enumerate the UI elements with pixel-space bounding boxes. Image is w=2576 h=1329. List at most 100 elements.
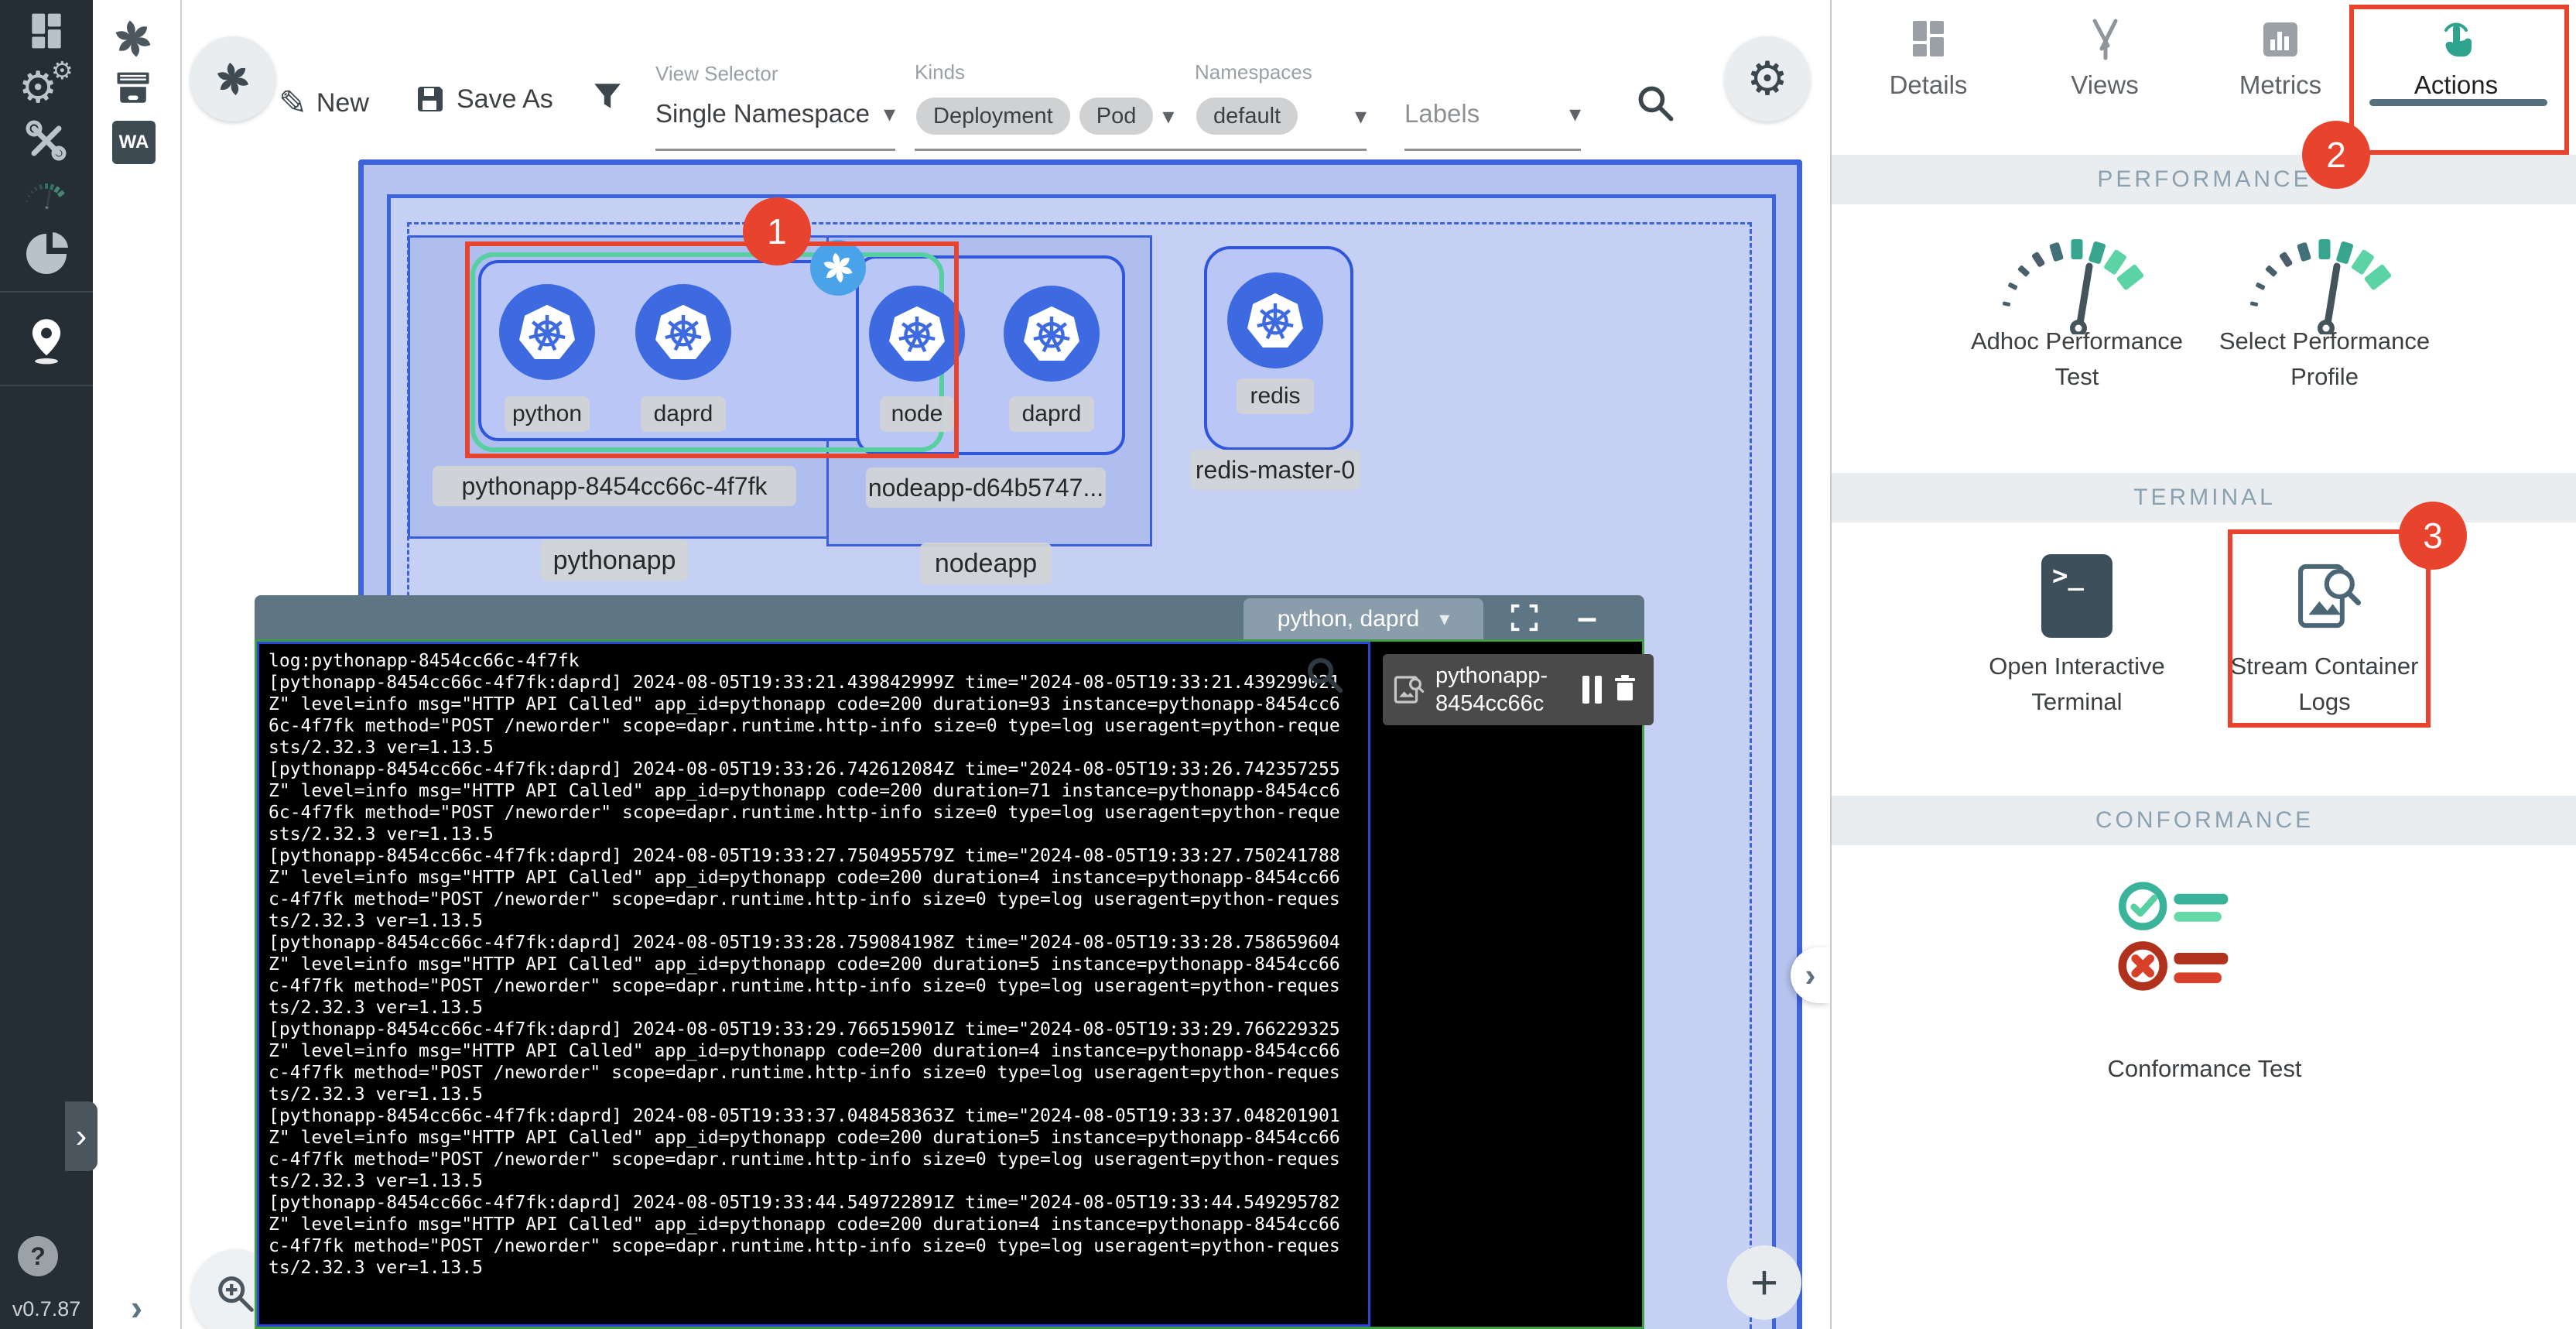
chevron-down-icon: ▾ <box>1162 103 1174 130</box>
sidebar-divider <box>0 291 93 293</box>
pause-icon <box>1595 676 1602 704</box>
help-button[interactable]: ? <box>18 1236 58 1276</box>
details-side-panel: Details Views Metrics Actions 2 PERFORMA… <box>1830 0 2576 1329</box>
kind-chip-deployment[interactable]: Deployment <box>916 98 1070 135</box>
namespaces-dropdown[interactable]: default ▾ <box>1196 98 1367 135</box>
tab-details[interactable]: Details <box>1855 8 2002 108</box>
annotation-badge-3: 3 <box>2399 502 2467 570</box>
select-performance-profile-label[interactable]: Select Performance Profile <box>2205 324 2444 395</box>
container-item-name: pythonapp-8454cc66c <box>1435 662 1575 718</box>
kubernetes-logo-icon <box>1018 300 1086 368</box>
view-selector-dropdown[interactable]: Single Namespace ▾ <box>655 99 895 128</box>
extensions-pie-icon[interactable] <box>0 229 93 279</box>
terminal-container-selector[interactable]: python, daprd ▾ <box>1244 598 1483 639</box>
terminal-section-header: TERMINAL <box>1832 473 2576 522</box>
terminal-body: log:pythonapp-8454cc66c-4f7fk [pythonapp… <box>255 639 1644 1329</box>
performance-gauge-icon[interactable] <box>0 169 93 218</box>
adhoc-performance-test-label[interactable]: Adhoc Performance Test <box>1957 324 2197 395</box>
log-output-pane[interactable]: log:pythonapp-8454cc66c-4f7fk [pythonapp… <box>257 642 1370 1327</box>
tab-label: Views <box>2071 70 2138 100</box>
zoom-in-icon <box>214 1272 258 1317</box>
namespaces-caption: Namespaces <box>1195 60 1312 84</box>
chevron-right-icon: › <box>131 1287 142 1327</box>
pod-label: nodeapp-d64b5747... <box>866 468 1106 508</box>
log-container-list-item[interactable]: pythonapp-8454cc66c <box>1383 654 1654 725</box>
tab-metrics[interactable]: Metrics <box>2207 8 2354 108</box>
annotation-box-1 <box>465 241 959 458</box>
terminal-fullscreen-button[interactable] <box>1510 603 1539 636</box>
open-interactive-terminal-action[interactable]: >_ <box>2041 554 2112 638</box>
container-node-daprd[interactable] <box>1004 286 1100 382</box>
annotation-badge-1: 1 <box>743 197 811 265</box>
deployment-label: pythonapp <box>541 539 688 581</box>
chevron-down-icon: ▾ <box>1569 101 1581 128</box>
left-sidebar: ⚙ ⚙ › ? v0.7.87 <box>0 0 93 1329</box>
conformance-test-label[interactable]: Conformance Test <box>2065 1051 2344 1087</box>
minus-icon: – <box>1577 596 1597 638</box>
save-as-button[interactable]: Save As <box>415 84 553 115</box>
gauge-icon <box>1992 218 2162 334</box>
trash-icon[interactable] <box>1610 673 1640 707</box>
sidebar-expand-tab[interactable]: › <box>65 1101 97 1171</box>
gauge-icon <box>2239 218 2410 334</box>
settings-button[interactable]: ⚙ <box>1725 36 1810 122</box>
add-node-button[interactable]: + <box>1727 1245 1801 1320</box>
floppy-icon <box>415 84 446 115</box>
search-button[interactable] <box>1634 82 1678 129</box>
namespaces-underline <box>1195 149 1367 151</box>
plus-icon: + <box>1750 1255 1778 1310</box>
terminal-minimize-button[interactable]: – <box>1570 600 1604 634</box>
select-performance-profile-action[interactable] <box>2239 218 2410 338</box>
log-image-icon <box>1391 671 1428 708</box>
conformance-checklist-icon <box>2112 865 2251 1012</box>
performance-section-header: PERFORMANCE <box>1832 155 2576 204</box>
lifecycle-gears-icon[interactable]: ⚙ ⚙ <box>0 62 93 111</box>
annotation-box-3 <box>2228 529 2431 728</box>
kubernetes-logo-icon <box>1241 286 1309 355</box>
labels-underline <box>1404 149 1581 151</box>
pod-label: redis-master-0 <box>1190 450 1360 490</box>
tab-label: Metrics <box>2239 70 2321 100</box>
views-branch-icon <box>2082 16 2128 63</box>
strip-collapse-chevron[interactable]: › <box>93 1286 180 1328</box>
version-label: v0.7.87 <box>0 1297 93 1321</box>
container-node-redis[interactable] <box>1227 272 1323 368</box>
archive-icon[interactable] <box>111 68 155 111</box>
metrics-barchart-icon <box>2257 16 2304 63</box>
meshery-kanvas-screen: ⚙ ⚙ › ? v0.7.87 WA <box>0 0 2576 1329</box>
adhoc-performance-test-action[interactable] <box>1992 218 2162 338</box>
gear-small-icon: ⚙ <box>51 56 74 85</box>
gear-icon: ⚙ <box>1746 52 1788 106</box>
canvas-tools-strip: WA › <box>93 0 182 1329</box>
kinds-dropdown[interactable]: Deployment Pod ▾ <box>916 98 1212 135</box>
kinds-underline <box>915 149 1212 151</box>
log-search-button[interactable] <box>1304 654 1346 700</box>
view-selector-caption: View Selector <box>655 62 778 86</box>
filter-funnel-icon[interactable] <box>590 80 625 117</box>
conformance-test-action[interactable] <box>2112 865 2251 1016</box>
sidebar-divider <box>0 385 93 386</box>
open-interactive-terminal-label[interactable]: Open Interactive Terminal <box>1957 649 2197 720</box>
fullscreen-icon <box>1510 603 1539 632</box>
pencil-icon: ✎ <box>279 84 307 123</box>
chevron-down-icon: ▾ <box>1355 103 1367 130</box>
selector-value: python, daprd <box>1278 606 1419 632</box>
tab-views[interactable]: Views <box>2031 8 2178 108</box>
chevron-right-icon: › <box>76 1117 87 1156</box>
new-button[interactable]: ✎ New <box>279 84 369 123</box>
conformance-section-header: CONFORMANCE <box>1832 796 2576 845</box>
labels-dropdown[interactable]: Labels ▾ <box>1404 99 1581 128</box>
cluster-pinwheel-button[interactable] <box>190 36 275 122</box>
configuration-tools-icon[interactable] <box>0 116 93 166</box>
meshery-pinwheel-icon[interactable] <box>111 17 155 60</box>
kanvas-pin-icon[interactable] <box>0 316 93 365</box>
pause-stream-button[interactable] <box>1582 676 1602 704</box>
kind-chip-pod[interactable]: Pod <box>1079 98 1154 135</box>
dashboard-icon[interactable] <box>0 6 93 56</box>
search-icon <box>1634 82 1678 125</box>
view-selector-value: Single Namespace <box>655 99 870 128</box>
chevron-right-icon: › <box>1805 957 1816 994</box>
annotation-box-2 <box>2349 5 2569 155</box>
wasm-wa-icon[interactable]: WA <box>112 121 156 164</box>
namespace-chip-default[interactable]: default <box>1196 98 1298 135</box>
